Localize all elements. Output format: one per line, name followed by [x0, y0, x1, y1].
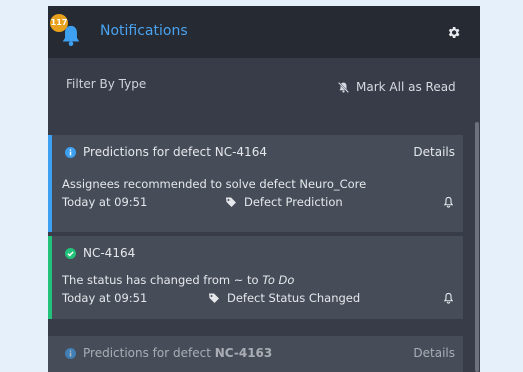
mark-all-read-label: Mark All as Read	[356, 80, 456, 94]
bell-icon[interactable]	[443, 292, 454, 304]
notification-title: Predictions for defect NC-4163	[65, 346, 272, 360]
defect-id[interactable]: NC-4164	[83, 246, 135, 260]
notification-message: Assignees recommended to solve defect Ne…	[62, 177, 367, 191]
defect-id[interactable]: NC-4163	[215, 346, 273, 360]
info-circle-icon	[65, 347, 76, 359]
title-prefix: Predictions for defect	[83, 346, 211, 360]
panel-title: Notifications	[100, 23, 188, 39]
notification-count-badge: 117	[50, 14, 68, 32]
info-circle-icon	[65, 146, 76, 158]
message-prefix: The status has changed from ~ to	[62, 273, 259, 287]
notification-message: The status has changed from ~ to To Do	[62, 273, 294, 287]
notification-type: Defect Status Changed	[208, 291, 360, 305]
notification-type: Defect Prediction	[225, 195, 343, 209]
notification-card[interactable]: Predictions for defect NC-4163 Details	[48, 336, 463, 372]
details-link[interactable]: Details	[413, 145, 455, 159]
notifications-panel: 117 Notifications Filter By Type Mark Al…	[48, 6, 480, 372]
notification-title: Predictions for defect NC-4164	[65, 145, 267, 159]
bell-slash-icon	[337, 81, 350, 93]
notification-time: Today at 09:51	[62, 291, 148, 305]
type-label: Defect Status Changed	[227, 291, 361, 305]
notification-card[interactable]: NC-4164 The status has changed from ~ to…	[48, 236, 463, 319]
check-circle-icon	[65, 247, 76, 259]
title-prefix: Predictions for defect	[83, 145, 211, 159]
defect-id[interactable]: NC-4164	[215, 145, 267, 159]
new-status: To Do	[262, 273, 295, 287]
filter-by-type[interactable]: Filter By Type	[66, 77, 146, 91]
accent-bar	[48, 236, 52, 319]
scrollbar[interactable]	[475, 122, 479, 372]
bell-icon[interactable]	[443, 196, 454, 208]
accent-bar	[48, 135, 52, 232]
tag-icon	[209, 293, 219, 303]
notification-list: Predictions for defect NC-4164 Details A…	[48, 134, 480, 372]
details-link[interactable]: Details	[413, 346, 455, 360]
type-label: Defect Prediction	[244, 195, 343, 209]
panel-header: 117 Notifications	[48, 6, 480, 58]
gear-icon[interactable]	[446, 25, 461, 40]
tag-icon	[226, 197, 236, 207]
mark-all-read-button[interactable]: Mark All as Read	[337, 80, 456, 94]
notification-time: Today at 09:51	[62, 195, 148, 209]
notification-title: NC-4164	[65, 246, 135, 260]
notification-card[interactable]: Predictions for defect NC-4164 Details A…	[48, 135, 463, 232]
